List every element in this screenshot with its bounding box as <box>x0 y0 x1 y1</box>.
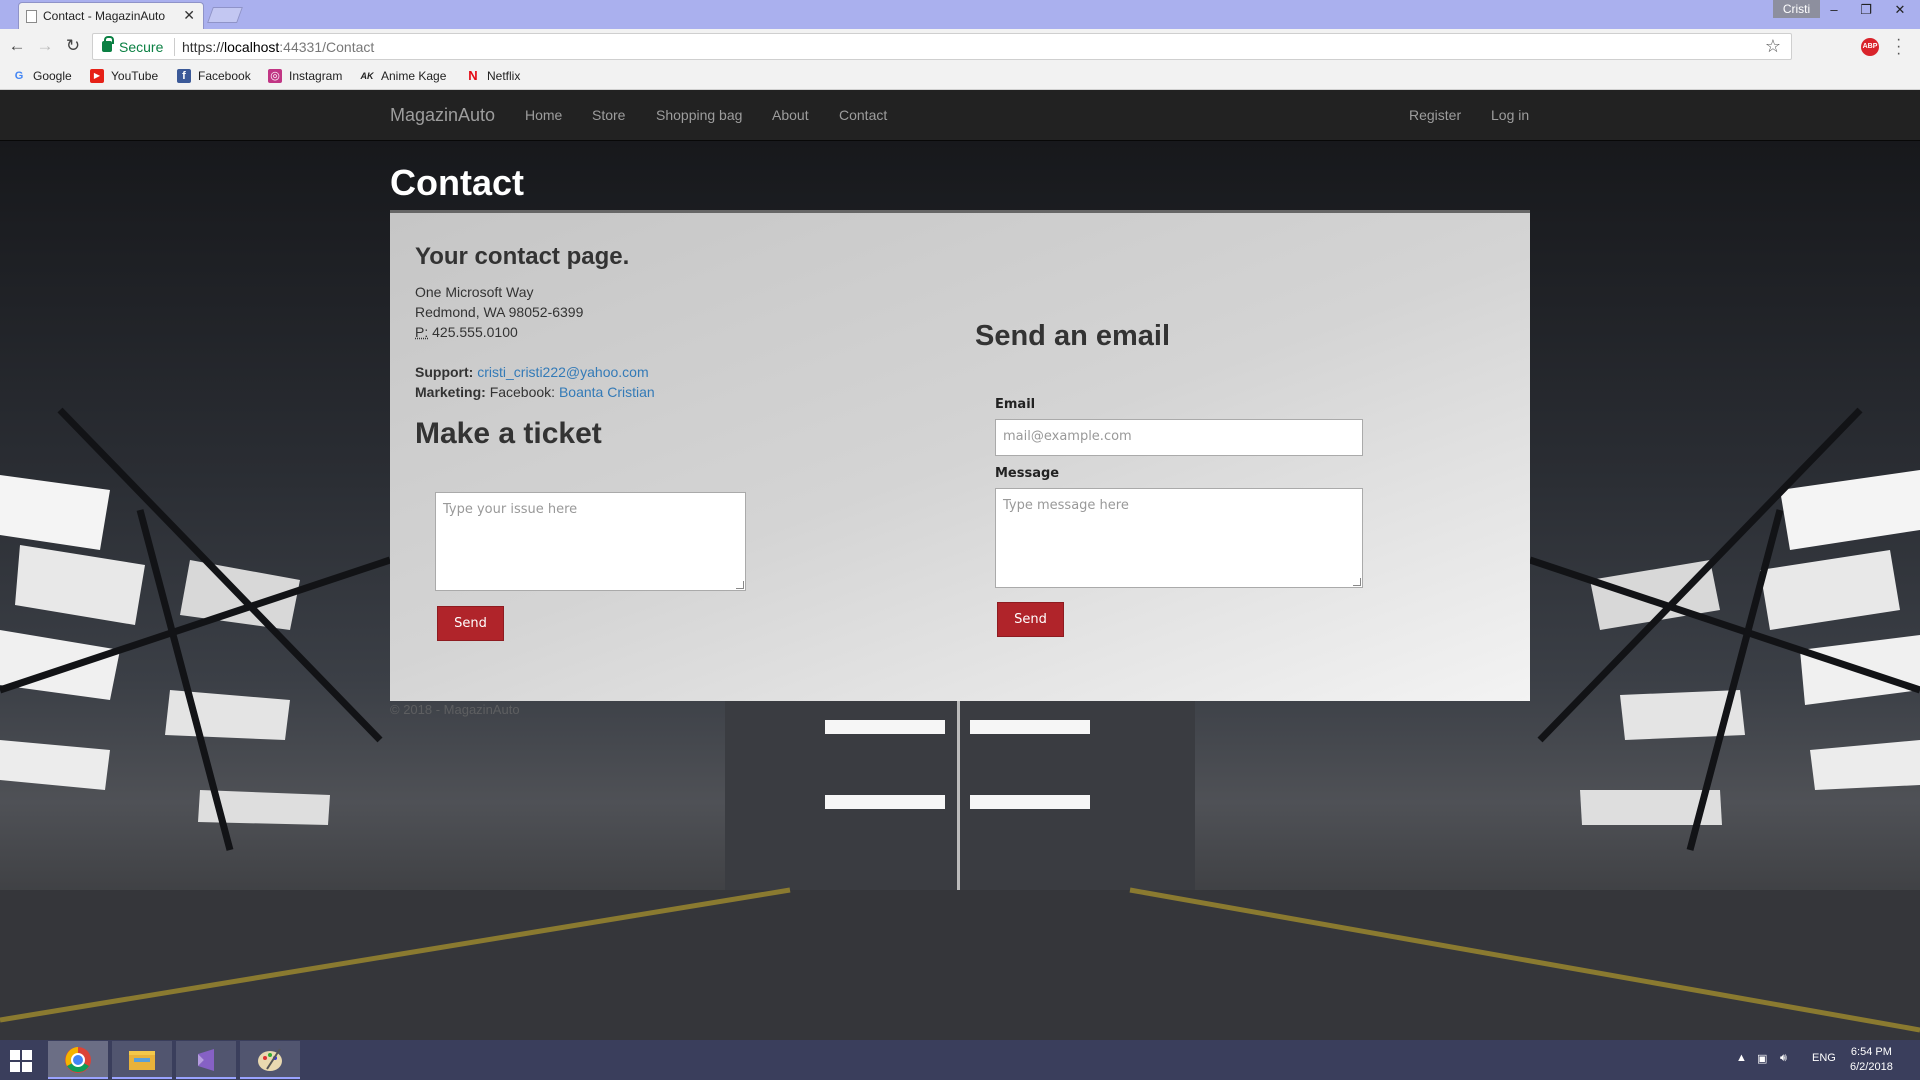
support-email-link[interactable]: cristi_cristi222@yahoo.com <box>477 364 648 380</box>
youtube-icon: ▶ <box>90 69 104 83</box>
address-line-1: One Microsoft Way <box>415 282 583 302</box>
browser-titlebar: Contact - MagazinAuto ✕ Cristi – ❐ ✕ <box>0 0 1920 29</box>
bookmark-label: YouTube <box>111 69 158 83</box>
message-textarea[interactable]: Type message here <box>995 488 1363 588</box>
bookmark-label: Facebook <box>198 69 251 83</box>
marketing-line: Marketing: Facebook: Boanta Cristian <box>415 382 655 402</box>
windows-taskbar: ▲ ▣ 🔊︎ ENG 6:54 PM 6/2/2018 <box>0 1040 1920 1080</box>
bookmark-label: Instagram <box>289 69 342 83</box>
bookmark-facebook[interactable]: f Facebook <box>177 69 251 83</box>
browser-toolbar: ← → ↻ Secure https://localhost:44331/Con… <box>0 29 1920 65</box>
chrome-taskbar-icon[interactable] <box>48 1041 108 1079</box>
browser-tab[interactable]: Contact - MagazinAuto ✕ <box>18 2 204 29</box>
bookmark-label: Anime Kage <box>381 69 446 83</box>
marketing-label: Marketing: <box>415 384 486 400</box>
support-block: Support: cristi_cristi222@yahoo.com Mark… <box>415 362 655 402</box>
email-send-button[interactable]: Send <box>997 602 1064 637</box>
ticket-heading: Make a ticket <box>415 417 602 451</box>
bookmark-label: Google <box>33 69 72 83</box>
bookmark-star-icon[interactable]: ☆ <box>1765 36 1781 57</box>
profile-button[interactable]: Cristi <box>1773 0 1820 18</box>
back-icon[interactable]: ← <box>6 36 28 56</box>
forward-icon[interactable]: → <box>34 36 56 56</box>
ticket-placeholder: Type your issue here <box>443 502 577 517</box>
visual-studio-taskbar-icon[interactable] <box>176 1041 236 1079</box>
phone-line: P: 425.555.0100 <box>415 322 583 342</box>
new-tab-button[interactable] <box>207 7 243 23</box>
address-line-2: Redmond, WA 98052-6399 <box>415 302 583 322</box>
adblock-extension-icon[interactable]: ABP <box>1861 38 1879 56</box>
brand-link[interactable]: MagazinAuto <box>390 105 495 126</box>
email-placeholder: mail@example.com <box>1003 429 1132 444</box>
nav-about[interactable]: About <box>772 107 809 123</box>
volume-icon[interactable]: 🔊︎ <box>1780 1052 1787 1065</box>
secure-label: Secure <box>119 39 163 55</box>
nav-register[interactable]: Register <box>1409 107 1461 123</box>
page-viewport: MagazinAuto Home Store Shopping bag Abou… <box>0 90 1920 1040</box>
footer-text: © 2018 - MagazinAuto <box>390 702 520 717</box>
restore-icon[interactable]: ❐ <box>1852 0 1880 20</box>
nav-contact[interactable]: Contact <box>839 107 887 123</box>
instagram-icon: ◎ <box>268 69 282 83</box>
close-tab-icon[interactable]: ✕ <box>183 7 195 24</box>
resize-handle-icon[interactable] <box>1353 578 1361 586</box>
network-icon[interactable]: ▣ <box>1757 1052 1767 1065</box>
page-title: Contact <box>390 162 524 204</box>
lock-icon <box>102 41 112 52</box>
support-line: Support: cristi_cristi222@yahoo.com <box>415 362 655 382</box>
nav-log-in[interactable]: Log in <box>1491 107 1529 123</box>
file-explorer-taskbar-icon[interactable] <box>112 1041 172 1079</box>
nav-store[interactable]: Store <box>592 107 625 123</box>
address-bar[interactable]: Secure https://localhost:44331/Contact ☆ <box>92 33 1792 60</box>
ticket-textarea[interactable]: Type your issue here <box>435 492 746 591</box>
phone-number: 425.555.0100 <box>432 324 518 340</box>
phone-abbr: P: <box>415 324 428 340</box>
facebook-icon: f <box>177 69 191 83</box>
url-text: https://localhost:44331/Contact <box>182 39 374 55</box>
email-heading: Send an email <box>975 320 1170 353</box>
site-navbar: MagazinAuto Home Store Shopping bag Abou… <box>0 90 1920 141</box>
bookmark-youtube[interactable]: ▶ YouTube <box>90 69 158 83</box>
email-input[interactable]: mail@example.com <box>995 419 1363 456</box>
bookmark-google[interactable]: G Google <box>12 69 72 83</box>
url-path: :44331/Contact <box>279 39 374 55</box>
language-indicator[interactable]: ENG <box>1812 1052 1836 1064</box>
system-clock[interactable]: 6:54 PM 6/2/2018 <box>1850 1045 1893 1075</box>
windows-start-icon[interactable] <box>10 1050 32 1072</box>
message-placeholder: Type message here <box>1003 498 1129 513</box>
bookmark-netflix[interactable]: N Netflix <box>466 69 520 83</box>
resize-handle-icon[interactable] <box>736 581 744 589</box>
google-icon: G <box>12 69 26 83</box>
nav-shopping-bag[interactable]: Shopping bag <box>656 107 742 123</box>
marketing-facebook-link[interactable]: Boanta Cristian <box>559 384 655 400</box>
bookmark-instagram[interactable]: ◎ Instagram <box>268 69 342 83</box>
clock-time: 6:54 PM <box>1850 1045 1893 1060</box>
close-window-icon[interactable]: ✕ <box>1886 0 1914 20</box>
browser-menu-icon[interactable]: · · · <box>1896 36 1901 57</box>
email-label: Email <box>995 397 1035 412</box>
url-separator <box>174 38 175 56</box>
message-label: Message <box>995 466 1059 481</box>
address-block: One Microsoft Way Redmond, WA 98052-6399… <box>415 282 583 342</box>
minimize-icon[interactable]: – <box>1820 0 1848 20</box>
reload-icon[interactable]: ↻ <box>62 36 84 56</box>
contact-panel: Your contact page. One Microsoft Way Red… <box>390 210 1530 701</box>
support-label: Support: <box>415 364 473 380</box>
clock-date: 6/2/2018 <box>1850 1060 1893 1075</box>
page-favicon-icon <box>26 10 37 23</box>
marketing-text: Facebook: <box>490 384 555 400</box>
ticket-send-button[interactable]: Send <box>437 606 504 641</box>
anime-kage-icon: AK <box>360 69 374 83</box>
paint-taskbar-icon[interactable] <box>240 1041 300 1079</box>
show-hidden-icons-icon[interactable]: ▲ <box>1736 1052 1747 1064</box>
bookmark-anime-kage[interactable]: AK Anime Kage <box>360 69 446 83</box>
bookmarks-bar: G Google ▶ YouTube f Facebook ◎ Instagra… <box>0 65 1920 90</box>
bookmark-label: Netflix <box>487 69 520 83</box>
contact-heading: Your contact page. <box>415 243 629 271</box>
tab-title: Contact - MagazinAuto <box>43 9 165 23</box>
url-scheme: https:// <box>182 39 224 55</box>
netflix-icon: N <box>466 69 480 83</box>
url-host: localhost <box>224 39 279 55</box>
nav-home[interactable]: Home <box>525 107 562 123</box>
